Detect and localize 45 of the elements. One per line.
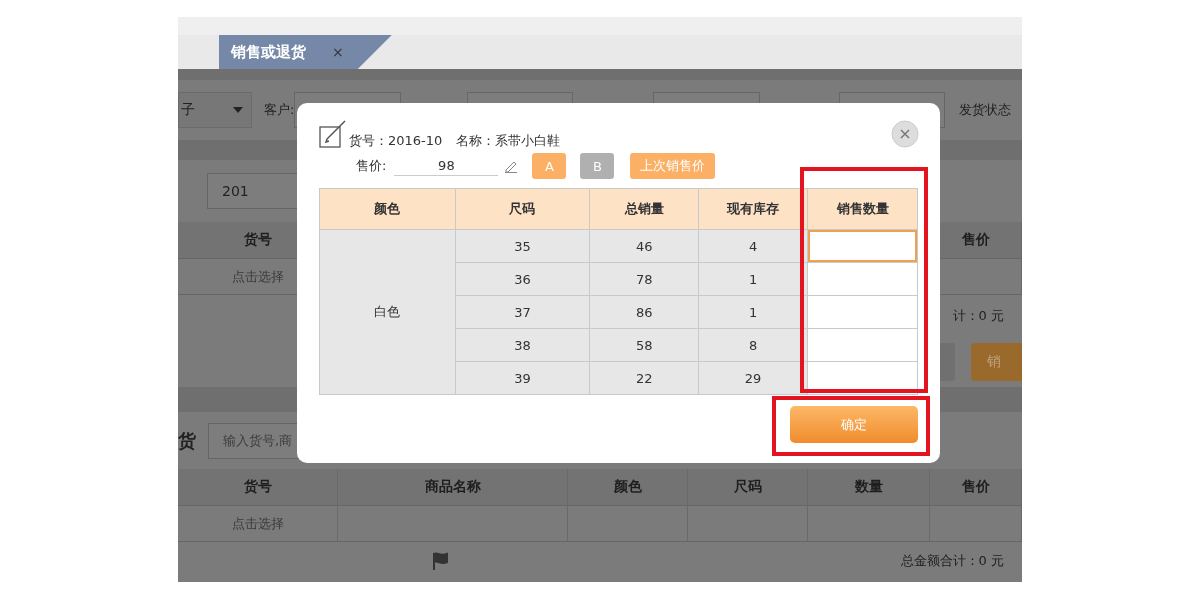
tab-close[interactable]: × bbox=[332, 44, 344, 60]
item-name-text: 名称：系带小白鞋 bbox=[456, 132, 561, 150]
shipping-status-label: 发货状态 bbox=[959, 101, 1012, 119]
table-cell[interactable]: 点击选择 bbox=[178, 506, 338, 541]
column-header: 货号 bbox=[178, 469, 338, 505]
table-cell: 46 bbox=[589, 229, 699, 263]
customer-label: 客户: bbox=[264, 101, 295, 119]
column-header: 尺码 bbox=[688, 469, 808, 505]
quantity-field[interactable] bbox=[808, 230, 917, 262]
item-code-text: 货号：2016-10 bbox=[349, 132, 443, 150]
table-cell: 86 bbox=[589, 295, 699, 329]
caret-icon bbox=[233, 107, 243, 113]
sell-button[interactable]: 销 bbox=[971, 343, 1022, 381]
edit-icon bbox=[319, 120, 347, 148]
subtotal-text: 计：0 元 bbox=[952, 307, 1004, 325]
table-cell: 22 bbox=[589, 361, 699, 395]
table-cell: 78 bbox=[589, 262, 699, 296]
price-label: 售价: bbox=[356, 157, 387, 175]
search-label: 货 bbox=[178, 428, 196, 453]
column-header: 现有库存 bbox=[698, 188, 808, 230]
confirm-button[interactable]: 确定 bbox=[790, 406, 918, 443]
pencil-icon[interactable] bbox=[504, 159, 519, 173]
price-button[interactable]: 上次销售价 bbox=[630, 153, 716, 179]
table-cell: 39 bbox=[455, 361, 590, 395]
column-header: 售价 bbox=[930, 469, 1022, 505]
column-header: 颜色 bbox=[319, 188, 456, 230]
table-cell: 36 bbox=[455, 262, 590, 296]
table-cell: 37 bbox=[455, 295, 590, 329]
column-header: 尺码 bbox=[455, 188, 590, 230]
price-button[interactable]: A bbox=[532, 153, 567, 179]
column-header: 销售数量 bbox=[807, 188, 918, 230]
flag-icon bbox=[432, 551, 448, 570]
tab[interactable]: 销售或退货 × bbox=[219, 35, 392, 69]
column-header: 商品名称 bbox=[338, 469, 568, 505]
select-field[interactable]: 子 bbox=[178, 92, 252, 128]
table-cell: 38 bbox=[455, 328, 590, 362]
column-header: 颜色 bbox=[568, 469, 688, 505]
close-icon[interactable] bbox=[891, 120, 919, 148]
table-cell: 白色 bbox=[319, 229, 456, 395]
column-header: 数量 bbox=[808, 469, 930, 505]
input-field[interactable]: 201 bbox=[207, 173, 300, 209]
table-cell: 35 bbox=[455, 229, 590, 263]
total-text: 总金额合计：0 元 bbox=[900, 551, 1004, 570]
table-cell: 58 bbox=[589, 328, 699, 362]
column-header: 总销量 bbox=[589, 188, 699, 230]
